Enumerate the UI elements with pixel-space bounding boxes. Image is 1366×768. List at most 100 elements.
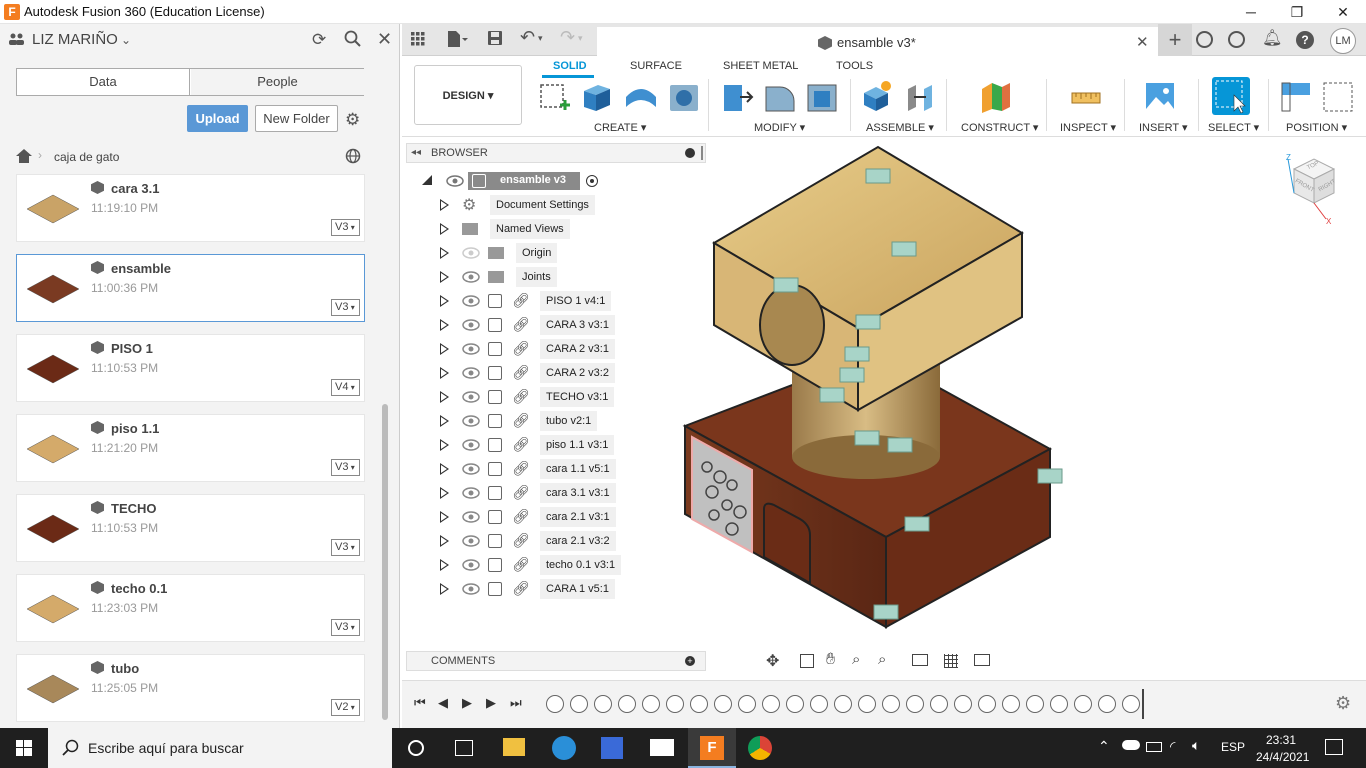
collapse-browser-icon[interactable]: ◂◂	[411, 147, 421, 158]
clock-date[interactable]: 24/4/2021	[1256, 750, 1309, 764]
timeline-feature-icon[interactable]	[834, 695, 852, 713]
timeline-feature-icon[interactable]	[762, 695, 780, 713]
comments-panel[interactable]: COMMENTS +	[406, 651, 706, 671]
expand-icon[interactable]	[440, 487, 449, 499]
assemble-menu[interactable]: ASSEMBLE ▾	[866, 121, 934, 134]
clock-time[interactable]: 23:31	[1266, 733, 1296, 747]
new-tab-button[interactable]: +	[1158, 24, 1192, 56]
expand-icon[interactable]	[440, 367, 449, 379]
browser-item[interactable]: 🔗︎ techo 0.1 v3:1	[440, 555, 700, 575]
search-icon[interactable]	[344, 30, 362, 51]
file-item[interactable]: ensamble 11:00:36 PM V3 ▾	[16, 254, 365, 322]
eye-icon[interactable]	[446, 174, 464, 188]
timeline-feature-icon[interactable]	[570, 695, 588, 713]
browser-item[interactable]: ⚙ Document Settings	[440, 195, 700, 215]
close-window-button[interactable]: ✕	[1320, 0, 1366, 24]
chevron-up-icon[interactable]: ⌃	[1098, 738, 1110, 755]
expand-icon[interactable]	[440, 535, 449, 547]
timeline-feature-icon[interactable]	[546, 695, 564, 713]
tab-solid[interactable]: SOLID	[553, 60, 587, 72]
onedrive-icon[interactable]	[1122, 740, 1140, 750]
revolve-icon[interactable]	[624, 79, 656, 113]
create-menu[interactable]: CREATE ▾	[594, 121, 646, 134]
first-step-icon[interactable]: ⏮︎	[414, 695, 426, 711]
tree-collapse-icon[interactable]	[422, 175, 432, 185]
extensions-icon[interactable]	[1196, 31, 1213, 48]
timeline-feature-icon[interactable]	[1122, 695, 1140, 713]
file-item[interactable]: PISO 1 11:10:53 PM V4 ▾	[16, 334, 365, 402]
browser-item[interactable]: 🔗︎ cara 3.1 v3:1	[440, 483, 700, 503]
expand-icon[interactable]	[440, 295, 449, 307]
timeline-feature-icon[interactable]	[618, 695, 636, 713]
zoom-icon[interactable]: ⌕	[852, 651, 860, 668]
tab-data[interactable]: Data	[17, 69, 190, 95]
home-icon[interactable]	[16, 149, 32, 166]
language-indicator[interactable]: ESP	[1221, 740, 1245, 754]
browser-item[interactable]: 🔗︎ CARA 1 v5:1	[440, 579, 700, 599]
timeline-feature-icon[interactable]	[1050, 695, 1068, 713]
panel-resize-handle[interactable]	[701, 146, 703, 160]
orbit-icon[interactable]: ✥	[766, 651, 779, 671]
timeline-feature-icon[interactable]	[1098, 695, 1116, 713]
eye-icon[interactable]	[462, 462, 480, 479]
version-badge[interactable]: V3 ▾	[331, 539, 360, 556]
eye-icon[interactable]	[462, 366, 480, 383]
new-component-icon[interactable]	[862, 79, 894, 113]
play-icon[interactable]: ▶︎	[462, 695, 472, 711]
store-icon[interactable]	[601, 737, 623, 759]
close-panel-icon[interactable]: ✕	[377, 29, 392, 50]
select-icon[interactable]	[1212, 77, 1250, 115]
edge-icon[interactable]	[552, 736, 576, 760]
create-sketch-icon[interactable]	[538, 79, 570, 113]
eye-icon[interactable]	[462, 270, 480, 287]
timeline-feature-icon[interactable]	[882, 695, 900, 713]
version-badge[interactable]: V2 ▾	[331, 699, 360, 716]
cortana-icon[interactable]	[408, 740, 424, 756]
version-badge[interactable]: V4 ▾	[331, 379, 360, 396]
expand-icon[interactable]	[440, 583, 449, 595]
insert-menu[interactable]: INSERT ▾	[1139, 121, 1188, 134]
viewports-icon[interactable]	[974, 654, 990, 666]
construct-menu[interactable]: CONSTRUCT ▾	[961, 121, 1038, 134]
expand-icon[interactable]	[440, 511, 449, 523]
position-menu[interactable]: POSITION ▾	[1286, 121, 1347, 134]
pan-icon[interactable]: ✋︎	[826, 651, 835, 669]
file-item[interactable]: TECHO 11:10:53 PM V3 ▾	[16, 494, 365, 562]
avatar[interactable]: LM	[1330, 28, 1356, 54]
wifi-icon[interactable]: ◜	[1170, 738, 1175, 755]
undo-dropdown-icon[interactable]: ▾	[538, 33, 543, 44]
timeline-feature-icon[interactable]	[954, 695, 972, 713]
expand-icon[interactable]	[440, 559, 449, 571]
eye-icon[interactable]	[462, 342, 480, 359]
timeline-feature-icon[interactable]	[1026, 695, 1044, 713]
fit-icon[interactable]: ⌕	[878, 651, 886, 668]
measure-icon[interactable]	[1070, 79, 1102, 113]
press-pull-icon[interactable]	[722, 79, 754, 113]
eye-icon[interactable]	[462, 246, 480, 263]
workspace-switcher[interactable]: DESIGN ▾	[414, 65, 522, 125]
browser-panel-header[interactable]: ◂◂ BROWSER	[406, 143, 706, 163]
timeline-feature-icon[interactable]	[594, 695, 612, 713]
timeline-feature-icon[interactable]	[666, 695, 684, 713]
tree-root[interactable]: ensamble v3	[468, 172, 580, 190]
align-icon[interactable]	[1280, 79, 1312, 113]
timeline-feature-icon[interactable]	[738, 695, 756, 713]
view-cube[interactable]: Z X TOP FRONT RIGHT	[1284, 153, 1344, 227]
task-view-icon[interactable]	[455, 740, 473, 756]
browser-item[interactable]: Joints	[440, 267, 700, 287]
minimize-button[interactable]: ─	[1228, 0, 1274, 24]
tab-people[interactable]: People	[191, 69, 364, 95]
timeline-feature-icon[interactable]	[1002, 695, 1020, 713]
file-explorer-icon[interactable]	[503, 738, 525, 756]
timeline-feature-icon[interactable]	[858, 695, 876, 713]
eye-icon[interactable]	[462, 558, 480, 575]
gear-icon[interactable]: ⚙	[345, 110, 360, 130]
expand-icon[interactable]	[440, 439, 449, 451]
notifications-icon[interactable]: 🔔︎	[1262, 28, 1282, 48]
browser-item[interactable]: 🔗︎ TECHO v3:1	[440, 387, 700, 407]
expand-icon[interactable]	[440, 271, 449, 283]
timeline-feature-icon[interactable]	[714, 695, 732, 713]
shell-icon[interactable]	[806, 79, 838, 113]
taskbar-search[interactable]: Escribe aquí para buscar	[48, 728, 392, 768]
select-menu[interactable]: SELECT ▾	[1208, 121, 1259, 134]
